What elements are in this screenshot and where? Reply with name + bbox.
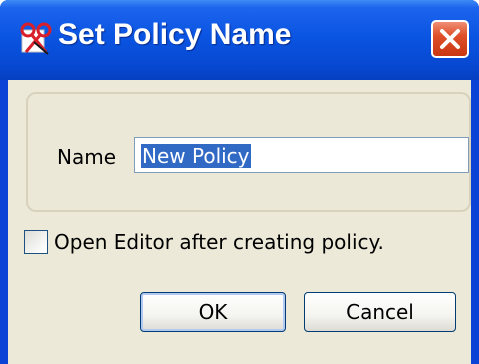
title-bar[interactable]: Set Policy Name (0, 0, 479, 80)
name-label: Name (57, 145, 117, 169)
policy-name-input[interactable]: New Policy (134, 137, 469, 173)
dialog-title: Set Policy Name (58, 18, 292, 51)
ok-button[interactable]: OK (140, 292, 286, 332)
name-group-panel: Name New Policy (26, 92, 471, 212)
set-policy-name-dialog: Set Policy Name Name New Policy Open Edi… (0, 0, 479, 364)
close-x-icon (440, 29, 460, 49)
dialog-content: Name New Policy Open Editor after creati… (8, 80, 471, 364)
open-editor-checkbox[interactable] (24, 230, 48, 254)
policy-scissors-icon (20, 22, 52, 55)
cancel-button[interactable]: Cancel (304, 292, 456, 332)
close-button[interactable] (431, 20, 469, 58)
open-editor-label[interactable]: Open Editor after creating policy. (54, 230, 384, 254)
policy-name-value: New Policy (141, 144, 251, 168)
